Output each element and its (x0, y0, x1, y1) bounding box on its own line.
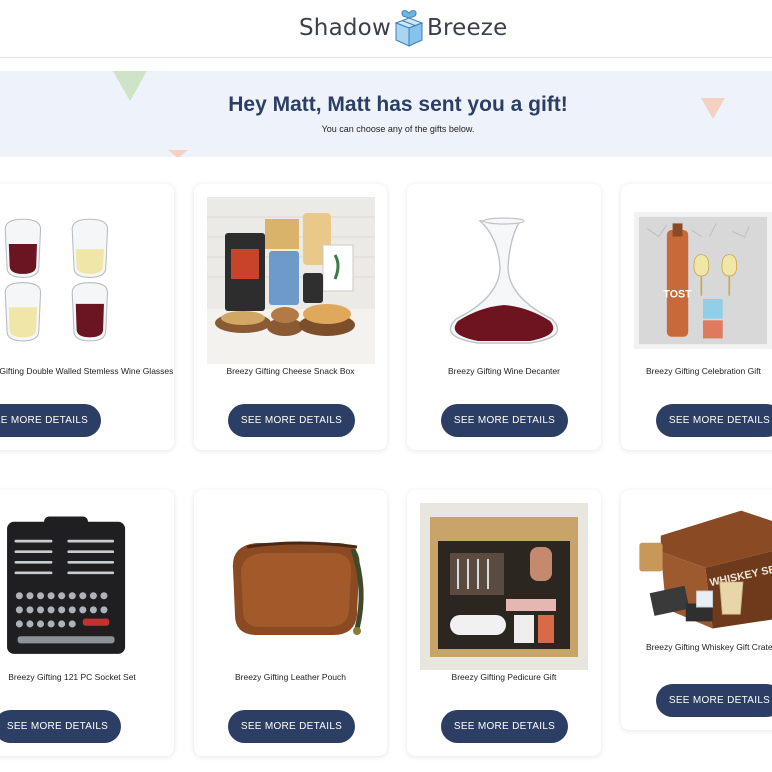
greeting-banner: Hey Matt, Matt has sent you a gift! You … (0, 71, 772, 157)
gift-card[interactable]: Breezy Gifting Wine Decanter SEE MORE DE… (407, 184, 601, 450)
see-more-details-button[interactable]: SEE MORE DETAILS (228, 404, 355, 437)
greeting-subtitle: You can choose any of the gifts below. (321, 124, 475, 134)
site-header: Shadow Breeze (0, 0, 772, 58)
gift-name: Breezy Gifting Leather Pouch (234, 672, 347, 682)
brand-name-left: Shadow (299, 15, 391, 41)
gift-name: Breezy Gifting Celebration Gift (646, 366, 761, 376)
gift-card[interactable]: WHISKEY SET Breezy Gifting Whiskey Gift … (621, 490, 772, 730)
see-more-details-button[interactable]: SEE MORE DETAILS (656, 404, 772, 437)
see-more-details-button[interactable]: SEE MORE DETAILS (441, 710, 568, 743)
wine-decanter-image (420, 197, 588, 364)
greeting-title: Hey Matt, Matt has sent you a gift! (228, 93, 568, 116)
gift-card[interactable]: Breezy Gifting Pedicure Gift SEE MORE DE… (407, 490, 601, 756)
socket-set-image (0, 512, 148, 661)
svg-text:TOST: TOST (663, 288, 692, 300)
gift-box-icon (394, 10, 424, 47)
see-more-details-button[interactable]: SEE MORE DETAILS (656, 684, 772, 717)
gift-name: Breezy Gifting Wine Decanter (448, 366, 560, 376)
see-more-details-button[interactable]: SEE MORE DETAILS (441, 404, 568, 437)
gift-card[interactable]: Breezy Gifting 121 PC Socket Set SEE MOR… (0, 490, 174, 756)
decor-triangle-peach-small (168, 150, 188, 157)
brand-name-right: Breeze (426, 15, 508, 41)
leather-pouch-image (207, 503, 375, 670)
gift-name: Breezy Gifting Double Walled Stemless Wi… (0, 366, 174, 376)
see-more-details-button[interactable]: SEE MORE DETAILS (228, 710, 355, 743)
gift-name: Breezy Gifting Cheese Snack Box (226, 366, 355, 376)
gift-card[interactable]: Breezy Gifting Cheese Snack Box SEE MORE… (194, 184, 387, 450)
gift-name: Breezy Gifting 121 PC Socket Set (8, 672, 136, 682)
brand-logo[interactable]: Shadow Breeze (299, 8, 507, 48)
gift-card[interactable]: Breezy Gifting Leather Pouch SEE MORE DE… (194, 490, 387, 756)
celebration-gift-image: TOST (634, 211, 772, 350)
see-more-details-button[interactable]: SEE MORE DETAILS (0, 404, 101, 437)
gift-name: Breezy Gifting Pedicure Gift (451, 672, 557, 682)
cheese-snack-box-image (207, 197, 375, 364)
gift-card[interactable]: Breezy Gifting Double Walled Stemless Wi… (0, 184, 174, 450)
wine-glasses-image (0, 206, 148, 355)
gift-card[interactable]: TOST Breezy Gifting Celebration Gift SEE… (621, 184, 772, 450)
whiskey-crate-image: WHISKEY SET (634, 503, 772, 629)
pedicure-gift-image (420, 503, 588, 670)
see-more-details-button[interactable]: SEE MORE DETAILS (0, 710, 121, 743)
gift-name: Breezy Gifting Whiskey Gift Crate (646, 642, 772, 652)
